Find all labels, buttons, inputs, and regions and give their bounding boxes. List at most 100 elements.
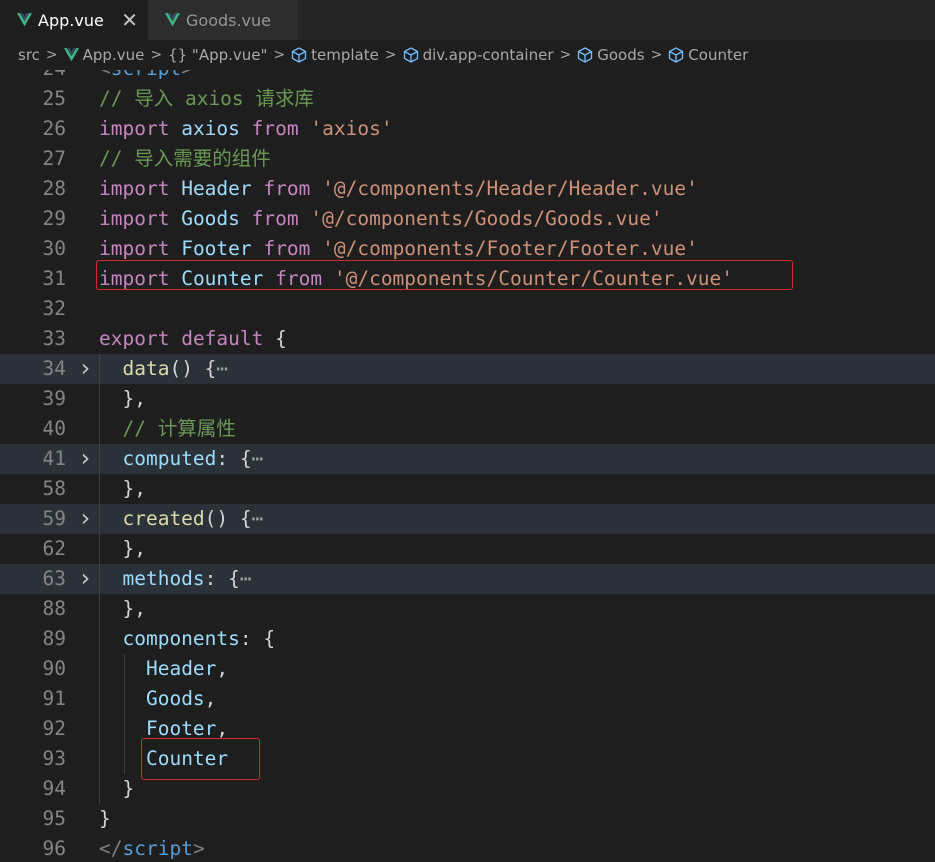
line-number: 31 [42, 267, 66, 290]
code-token: : { [216, 447, 252, 470]
breadcrumb-div[interactable]: div.app-container [423, 46, 554, 64]
code-token: import [99, 177, 170, 200]
fold-chevron-icon[interactable]: › [78, 444, 92, 472]
code-token: ⋯ [216, 357, 229, 380]
vue-icon [165, 13, 180, 27]
code-token: }, [99, 387, 146, 410]
cube-icon [291, 47, 307, 63]
line-number: 40 [42, 417, 66, 440]
tab-label: App.vue [38, 10, 104, 30]
code-token: } [99, 807, 111, 830]
line-number: 63 [42, 567, 66, 590]
cube-icon [403, 47, 418, 63]
line-number: 30 [42, 237, 66, 260]
line-number: 96 [42, 837, 66, 860]
breadcrumb-counter[interactable]: Counter [688, 46, 748, 64]
code-line[interactable]: 96 </script> [0, 834, 935, 862]
code-token: methods [122, 567, 205, 590]
breadcrumb-src[interactable]: src [18, 46, 40, 64]
code-line[interactable]: 25 // 导入 axios 请求库 [0, 84, 935, 114]
code-token: ⋯ [251, 507, 264, 530]
code-text: components: { [99, 624, 275, 654]
code-token: () { [204, 507, 252, 530]
code-line[interactable]: 90 Header, [0, 654, 935, 684]
fold-chevron-icon[interactable]: › [78, 354, 92, 382]
code-line[interactable]: 95} [0, 804, 935, 834]
breadcrumb-file[interactable]: App.vue [83, 46, 145, 64]
code-token: from [263, 237, 311, 260]
code-token: : { [239, 627, 276, 650]
close-icon[interactable]: ✕ [121, 8, 138, 32]
code-line[interactable]: 39 }, [0, 384, 935, 414]
line-number: 33 [42, 327, 66, 350]
code-line[interactable]: 32 [0, 294, 935, 324]
code-token: import [99, 117, 170, 140]
code-line[interactable]: 62 }, [0, 534, 935, 564]
code-token: from [251, 207, 299, 230]
line-number: 95 [42, 807, 66, 830]
code-line[interactable]: 28 import Header from '@/components/Heade… [0, 174, 935, 204]
code-line[interactable]: 41 › computed: {⋯ [0, 444, 935, 474]
code-line[interactable]: 27 // 导入需要的组件 [0, 144, 935, 174]
code-line[interactable]: 88 }, [0, 594, 935, 624]
code-text: <script> [99, 70, 193, 84]
breadcrumb-template[interactable]: template [311, 46, 379, 64]
chevron-right-icon: > [650, 47, 663, 63]
code-line[interactable]: 63 › methods: {⋯ [0, 564, 935, 594]
fold-chevron-icon[interactable]: › [78, 504, 92, 532]
code-token: > [192, 837, 205, 860]
code-line[interactable]: 29 import Goods from '@/components/Goods/… [0, 204, 935, 234]
code-text: }, [99, 384, 146, 414]
fold-chevron-icon[interactable]: › [78, 564, 92, 592]
code-text: import Goods from '@/components/Goods/Go… [99, 204, 663, 234]
code-token: // 导入需要的组件 [99, 147, 271, 170]
code-token: }, [99, 597, 146, 620]
code-text: }, [99, 534, 146, 564]
code-line[interactable]: 26 import axios from 'axios' [0, 114, 935, 144]
code-line[interactable]: 33 export default { [0, 324, 935, 354]
line-number: 29 [42, 207, 66, 230]
tab-goods-vue[interactable]: Goods.vue [148, 0, 298, 40]
code-token: script [122, 837, 193, 860]
line-number: 62 [42, 537, 66, 560]
code-token: computed [122, 447, 217, 470]
vue-icon [63, 48, 79, 62]
code-line[interactable]: 89 components: { [0, 624, 935, 654]
line-number: 25 [42, 87, 66, 110]
code-text: } [99, 804, 111, 834]
code-token: > [181, 70, 193, 80]
chevron-right-icon: > [150, 47, 163, 63]
breadcrumb-goods[interactable]: Goods [597, 46, 644, 64]
code-line[interactable]: 24 <script> [0, 70, 935, 84]
breadcrumb-module[interactable]: {} "App.vue" [168, 46, 267, 64]
line-number: 41 [42, 447, 66, 470]
line-number: 92 [42, 717, 66, 740]
tab-label: Goods.vue [186, 10, 272, 30]
line-number: 32 [42, 297, 66, 320]
vue-icon [17, 13, 32, 27]
code-line[interactable]: 91 Goods, [0, 684, 935, 714]
code-line[interactable]: 40 // 计算属性 [0, 414, 935, 444]
code-line[interactable]: 58 }, [0, 474, 935, 504]
line-number: 59 [42, 507, 66, 530]
tab-app-vue[interactable]: App.vue ✕ [0, 0, 148, 40]
code-line[interactable]: 34 › data() {⋯ [0, 354, 935, 384]
code-token: 'axios' [310, 117, 393, 140]
code-token: () { [169, 357, 217, 380]
code-line[interactable]: 59 › created() {⋯ [0, 504, 935, 534]
code-line[interactable]: 94 } [0, 774, 935, 804]
code-text: computed: {⋯ [99, 444, 263, 474]
code-token: }, [99, 477, 146, 500]
code-token: Footer [181, 237, 252, 260]
code-token: </ [99, 837, 123, 860]
line-number: 34 [42, 357, 66, 380]
code-text: Goods, [99, 684, 216, 714]
code-token: default [181, 327, 264, 350]
